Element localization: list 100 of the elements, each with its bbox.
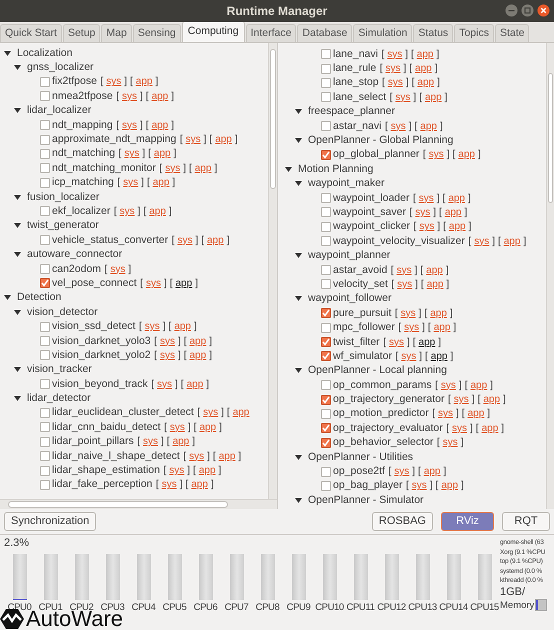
checkbox[interactable] [321, 121, 331, 132]
checkbox[interactable] [321, 337, 331, 347]
checkbox[interactable] [321, 92, 331, 102]
checkbox[interactable] [321, 380, 331, 390]
collapse-triangle-icon[interactable] [295, 108, 302, 116]
visited-link[interactable]: app [430, 350, 448, 363]
link[interactable]: app [198, 464, 216, 478]
link[interactable]: sys [438, 407, 454, 420]
link[interactable]: app [207, 234, 224, 247]
checkbox[interactable] [40, 422, 50, 432]
push-button[interactable]: RQT [502, 512, 550, 531]
checkbox[interactable] [40, 76, 50, 87]
checkbox[interactable] [40, 206, 50, 216]
link[interactable]: sys [394, 465, 410, 478]
link[interactable]: app [152, 90, 168, 103]
visited-link[interactable]: app [418, 336, 436, 348]
tab[interactable]: Computing [182, 21, 245, 42]
checkbox[interactable] [321, 351, 331, 362]
collapse-triangle-icon[interactable] [14, 308, 21, 316]
link[interactable]: app [232, 406, 250, 420]
checkbox[interactable] [321, 193, 331, 204]
link[interactable]: app [470, 378, 488, 392]
link[interactable]: app [199, 420, 216, 434]
link[interactable]: sys [122, 118, 137, 132]
horizontal-scrollbar[interactable] [0, 499, 277, 509]
checkbox[interactable] [321, 423, 331, 434]
link[interactable]: sys [170, 420, 185, 434]
tab[interactable]: State [494, 24, 530, 42]
link[interactable]: sys [143, 435, 158, 448]
tab[interactable]: Interface [246, 24, 296, 42]
link[interactable]: sys [165, 162, 180, 175]
checkbox[interactable] [321, 408, 331, 419]
link[interactable]: app [417, 76, 434, 90]
checkbox[interactable] [40, 264, 50, 274]
link[interactable]: app [154, 147, 171, 160]
link[interactable]: sys [401, 350, 416, 363]
checkbox[interactable] [321, 279, 331, 290]
checkbox[interactable] [321, 308, 331, 318]
collapse-triangle-icon[interactable] [14, 251, 21, 258]
checkbox[interactable] [40, 480, 50, 490]
link[interactable]: app [420, 120, 437, 133]
push-button[interactable]: Synchronization [4, 512, 96, 531]
link[interactable]: app [430, 306, 447, 320]
checkbox[interactable] [321, 222, 331, 232]
collapse-triangle-icon[interactable] [14, 107, 21, 114]
vertical-scrollbar[interactable] [546, 43, 554, 509]
link[interactable]: sys [418, 192, 434, 205]
collapse-triangle-icon[interactable] [14, 222, 21, 230]
link[interactable]: sys [385, 62, 400, 76]
link[interactable]: sys [452, 422, 468, 435]
checkbox[interactable] [40, 350, 50, 360]
link[interactable]: sys [186, 133, 201, 146]
tab[interactable]: Quick Start [0, 24, 62, 42]
link[interactable]: sys [203, 406, 218, 420]
minimize-icon[interactable] [505, 4, 518, 17]
link[interactable]: app [458, 148, 475, 162]
link[interactable]: app [215, 133, 232, 146]
checkbox[interactable] [40, 408, 50, 418]
link[interactable]: sys [146, 276, 161, 290]
checkbox[interactable] [321, 480, 331, 491]
checkbox[interactable] [40, 322, 50, 332]
link[interactable]: app [448, 220, 466, 234]
link[interactable]: sys [177, 234, 192, 247]
link[interactable]: sys [123, 176, 138, 190]
checkbox[interactable] [321, 438, 331, 448]
checkbox[interactable] [40, 466, 50, 476]
link[interactable]: app [482, 422, 498, 435]
link[interactable]: sys [124, 147, 140, 160]
link[interactable]: app [190, 334, 206, 348]
checkbox[interactable] [321, 64, 331, 74]
tab[interactable]: Topics [454, 24, 494, 42]
link[interactable]: app [174, 320, 191, 334]
link[interactable]: sys [396, 264, 412, 277]
link[interactable]: app [441, 479, 458, 492]
vertical-scrollbar[interactable] [268, 43, 277, 499]
tab[interactable]: Simulation [353, 24, 412, 42]
tab[interactable]: Map [101, 24, 132, 42]
checkbox[interactable] [40, 436, 50, 447]
link[interactable]: app [504, 234, 520, 248]
link[interactable]: sys [388, 76, 403, 90]
collapse-triangle-icon[interactable] [295, 295, 302, 302]
tab[interactable]: Status [413, 24, 454, 42]
checkbox[interactable] [40, 148, 50, 159]
close-icon[interactable] [537, 4, 550, 17]
link[interactable]: sys [388, 336, 404, 348]
link[interactable]: sys [428, 148, 444, 162]
checkbox[interactable] [321, 265, 331, 276]
link[interactable]: sys [387, 48, 402, 61]
checkbox[interactable] [40, 163, 50, 174]
push-button[interactable]: RViz [441, 512, 494, 531]
collapse-triangle-icon[interactable] [14, 395, 21, 402]
link[interactable]: sys [442, 436, 458, 450]
checkbox[interactable] [321, 394, 331, 405]
link[interactable]: sys [404, 321, 420, 334]
collapse-triangle-icon[interactable] [4, 294, 11, 302]
link[interactable]: sys [474, 234, 490, 248]
collapse-triangle-icon[interactable] [14, 366, 21, 374]
link[interactable]: sys [412, 479, 427, 492]
link[interactable]: sys [122, 90, 137, 103]
checkbox[interactable] [40, 336, 50, 346]
